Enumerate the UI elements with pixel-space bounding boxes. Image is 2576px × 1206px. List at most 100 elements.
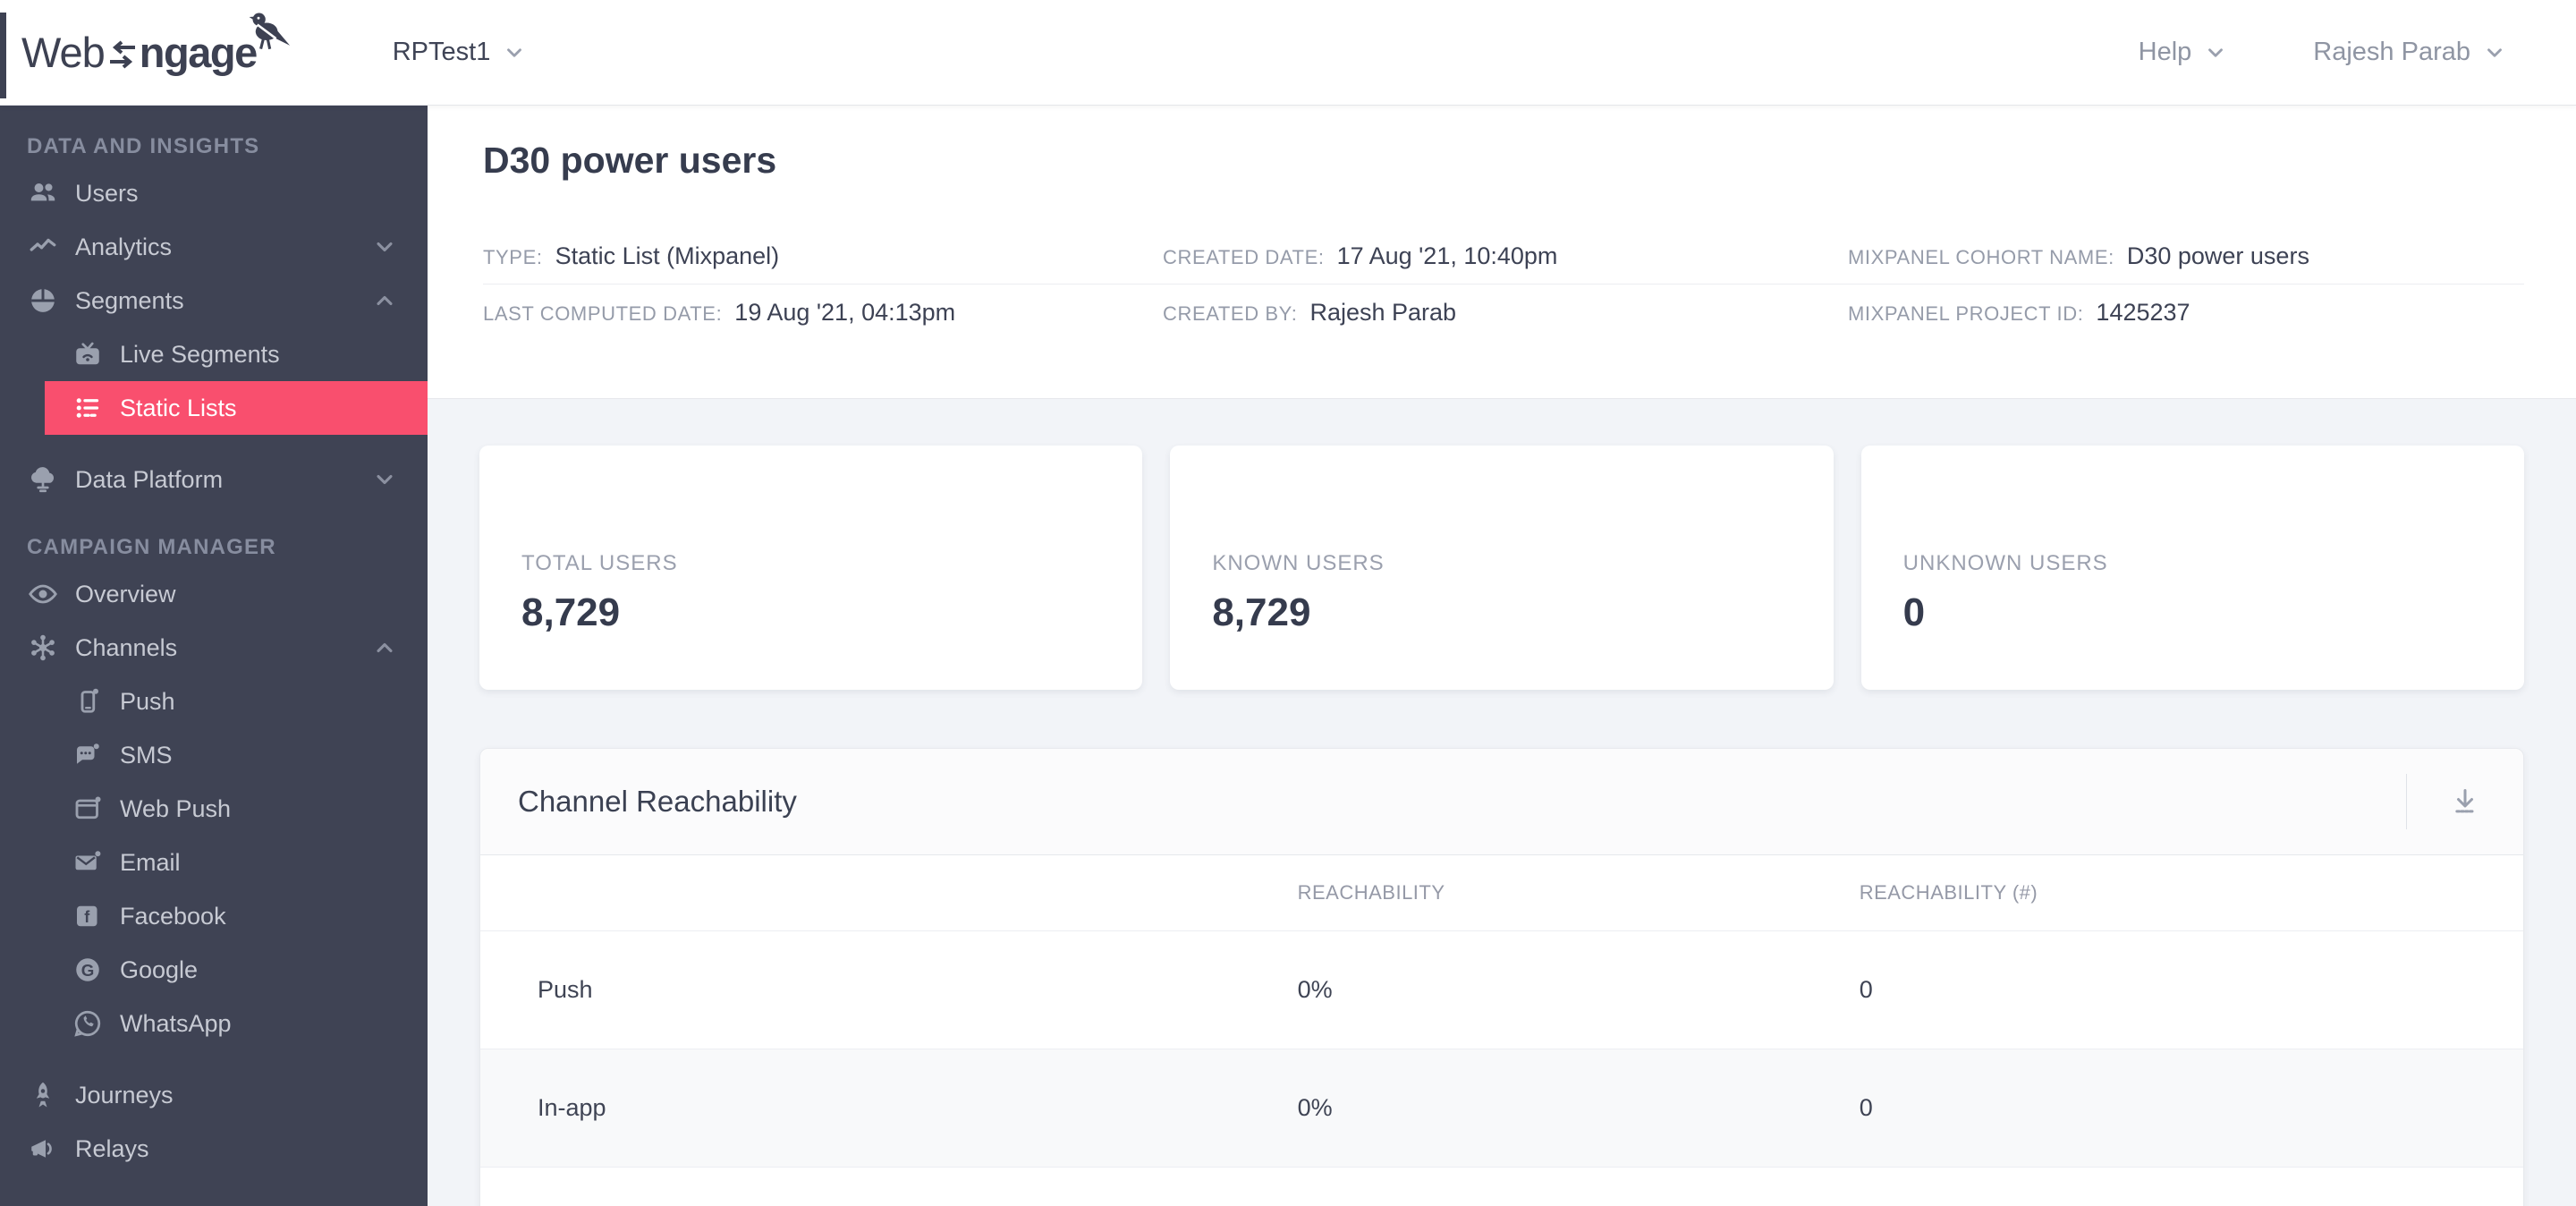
sidebar-item-label: Analytics — [75, 233, 173, 260]
card-label: KNOWN USERS — [1212, 551, 1385, 575]
sidebar-navigation: DATA AND INSIGHTS Users Analytics Segmen… — [0, 106, 428, 1206]
logo-text: Web ngage — [21, 28, 258, 77]
google-icon: G — [76, 958, 99, 981]
sidebar-section-data-insights: DATA AND INSIGHTS — [27, 134, 260, 158]
live-segments-icon — [76, 342, 99, 365]
sidebar-item-channels[interactable]: Channels — [0, 621, 428, 675]
chevron-down-icon — [507, 47, 522, 57]
cell-reachability-count: 0 — [1859, 975, 1873, 1003]
panel-header: Channel Reachability — [480, 749, 2523, 855]
logo-ngage: ngage — [139, 29, 258, 76]
sidebar-item-label: Static Lists — [120, 394, 237, 421]
meta-label: CREATED BY: — [1163, 302, 1298, 325]
sidebar-item-email[interactable]: Email — [0, 836, 428, 889]
sidebar-item-label: SMS — [120, 741, 173, 769]
meta-created-date: CREATED DATE: 17 Aug '21, 10:40pm — [1163, 242, 1848, 270]
sidebar-item-overview[interactable]: Overview — [0, 567, 428, 621]
download-icon — [2455, 789, 2475, 813]
sidebar-item-label: Facebook — [120, 902, 226, 930]
reachability-table: REACHABILITY REACHABILITY (#) Push 0% 0 … — [480, 855, 2523, 1168]
sidebar-item-live-segments[interactable]: Live Segments — [0, 327, 428, 381]
panel-title: Channel Reachability — [518, 785, 797, 818]
help-menu[interactable]: Help — [2139, 38, 2228, 67]
help-label: Help — [2138, 38, 2192, 66]
meta-value: Static List (Mixpanel) — [555, 242, 780, 269]
sidebar-item-sms[interactable]: SMS — [0, 728, 428, 782]
webengage-logo[interactable]: Web ngage — [21, 0, 290, 105]
relays-icon — [31, 1140, 52, 1158]
chevron-down-icon — [2487, 47, 2502, 57]
top-bar: Web ngage RPTest1 Help Rajesh Parab — [0, 0, 2576, 106]
users-icon — [30, 183, 55, 201]
sidebar-item-label: Google — [120, 955, 199, 983]
sidebar-item-relays[interactable]: Relays — [0, 1122, 428, 1176]
logo-web: Web — [21, 29, 106, 76]
sidebar-item-facebook[interactable]: f Facebook — [0, 889, 428, 943]
sidebar-item-web-push[interactable]: Web Push — [0, 782, 428, 836]
svg-text:G: G — [81, 961, 95, 980]
sidebar-item-label: Push — [120, 687, 175, 715]
page-header: D30 power users TYPE: Static List (Mixpa… — [428, 106, 2576, 399]
chevron-down-icon — [377, 474, 393, 485]
sidebar-item-label: Overview — [75, 580, 176, 607]
chevron-down-icon — [377, 242, 393, 252]
meta-row-1: TYPE: Static List (Mixpanel) CREATED DAT… — [483, 228, 2524, 284]
workspace-selector[interactable]: RPTest1 — [393, 38, 527, 67]
meta-mixpanel-cohort-name: MIXPANEL COHORT NAME: D30 power users — [1848, 242, 2524, 270]
sidebar-item-label: Journeys — [75, 1081, 174, 1108]
sidebar-item-google[interactable]: G Google — [0, 943, 428, 997]
meta-label: MIXPANEL PROJECT ID: — [1848, 302, 2084, 325]
table-row-push: Push 0% 0 — [480, 930, 2523, 1049]
sidebar-item-whatsapp[interactable]: WhatsApp — [0, 997, 428, 1050]
sidebar-item-label: Data Platform — [75, 465, 224, 493]
card-value: 0 — [1902, 590, 1926, 634]
sidebar-section-campaign-manager: CAMPAIGN MANAGER — [27, 535, 276, 559]
page-title: D30 power users — [483, 140, 777, 181]
segments-icon — [31, 288, 55, 312]
facebook-icon: f — [77, 905, 97, 927]
sidebar-item-label: WhatsApp — [120, 1009, 232, 1037]
meta-label: TYPE: — [483, 245, 543, 268]
meta-value: Rajesh Parab — [1309, 298, 1457, 326]
meta-row-2: LAST COMPUTED DATE: 19 Aug '21, 04:13pm … — [483, 285, 2524, 340]
card-label: TOTAL USERS — [521, 551, 678, 575]
sidebar-item-label: Email — [120, 848, 181, 876]
sidebar-item-static-lists[interactable]: Static Lists — [45, 381, 428, 435]
cell-reachability: 0% — [1297, 975, 1333, 1003]
sms-icon — [77, 743, 99, 764]
sidebar-item-label: Live Segments — [120, 340, 280, 368]
email-icon — [75, 851, 101, 871]
download-button[interactable] — [2407, 749, 2523, 855]
card-value: 8,729 — [1212, 590, 1311, 634]
user-menu[interactable]: Rajesh Parab — [2313, 38, 2506, 67]
table-row-in-app: In-app 0% 0 — [480, 1049, 2523, 1167]
static-lists-icon — [76, 398, 99, 418]
chevron-up-icon — [377, 295, 393, 306]
channels-icon — [31, 634, 55, 661]
cell-reachability-count: 0 — [1859, 1093, 1873, 1121]
sidebar-item-label: Users — [75, 179, 139, 207]
table-header-row: REACHABILITY REACHABILITY (#) — [480, 855, 2523, 931]
card-label: UNKNOWN USERS — [1902, 551, 2108, 575]
card-unknown-users: UNKNOWN USERS 0 — [1860, 446, 2524, 690]
meta-label: MIXPANEL COHORT NAME: — [1848, 245, 2114, 268]
meta-value: 17 Aug '21, 10:40pm — [1336, 242, 1558, 269]
data-platform-icon — [30, 467, 55, 493]
sidebar-item-analytics[interactable]: Analytics — [0, 220, 428, 274]
journeys-icon — [36, 1082, 50, 1108]
sidebar-item-push[interactable]: Push — [0, 675, 428, 728]
card-known-users: KNOWN USERS 8,729 — [1170, 446, 1834, 690]
meta-value: 19 Aug '21, 04:13pm — [734, 298, 956, 326]
stat-cards: TOTAL USERS 8,729 KNOWN USERS 8,729 UNKN… — [479, 446, 2524, 690]
sidebar-item-data-platform[interactable]: Data Platform — [0, 453, 428, 506]
sidebar-item-users[interactable]: Users — [0, 166, 428, 220]
analytics-icon — [30, 238, 56, 251]
sidebar-item-journeys[interactable]: Journeys — [0, 1068, 428, 1122]
meta-label: CREATED DATE: — [1163, 245, 1325, 268]
cell-channel: Push — [538, 975, 593, 1003]
sidebar-item-segments[interactable]: Segments — [0, 274, 428, 327]
chevron-up-icon — [377, 642, 393, 653]
push-icon — [80, 688, 98, 713]
logo-arrows-e-icon — [109, 39, 135, 69]
chevron-down-icon — [2208, 47, 2224, 57]
